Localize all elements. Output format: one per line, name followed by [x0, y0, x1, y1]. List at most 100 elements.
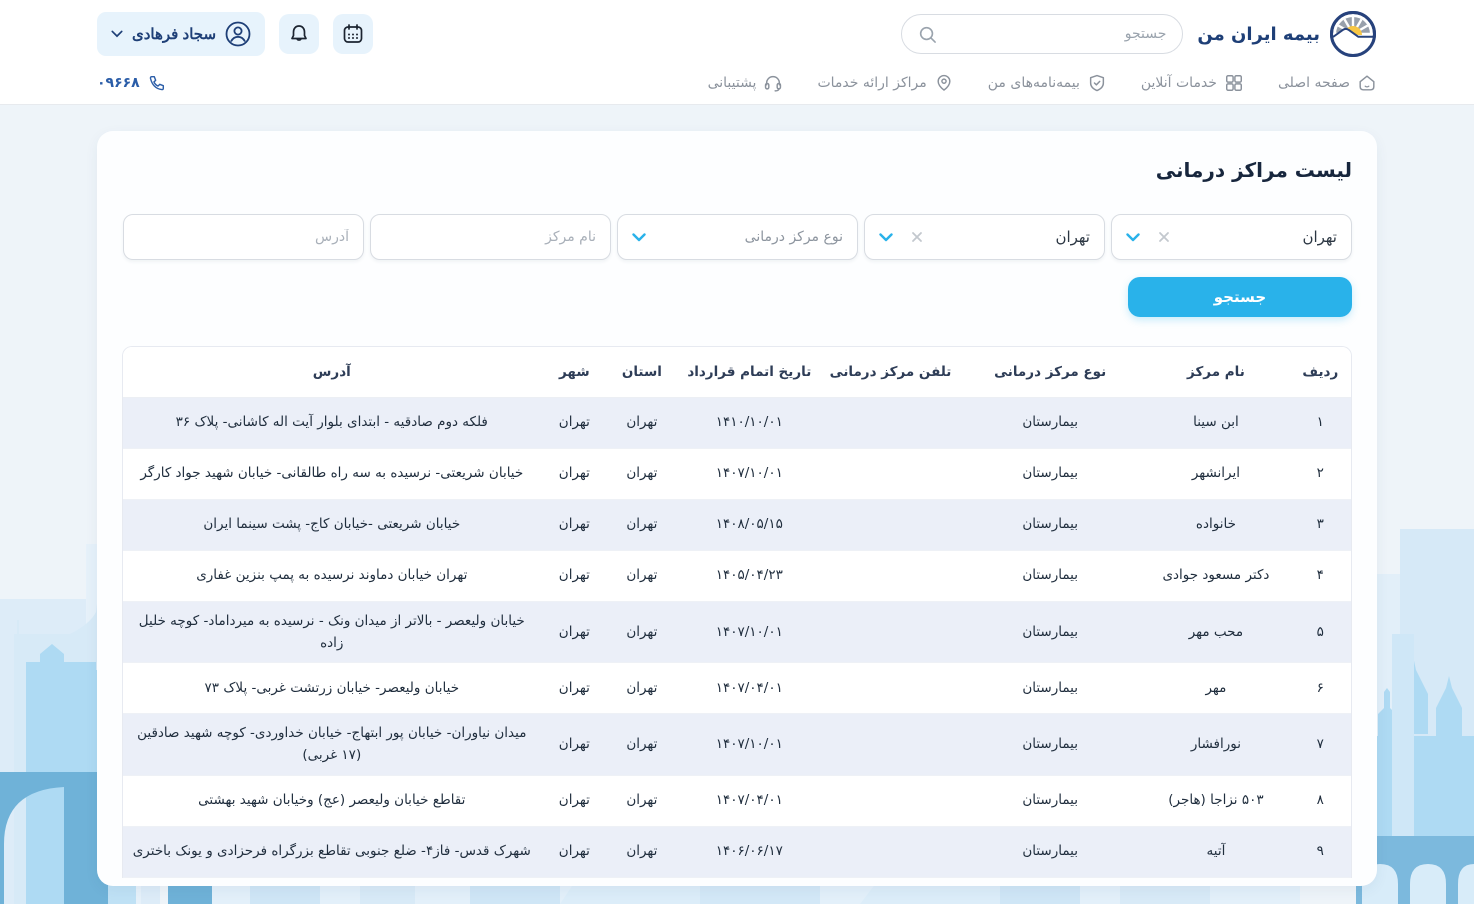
center-name-field[interactable]	[370, 214, 611, 260]
cell-row-number: ۶	[1290, 663, 1351, 714]
headset-icon	[763, 73, 783, 93]
brand-name: بیمه ایران من	[1197, 24, 1320, 45]
cell-center-phone	[823, 826, 958, 877]
cell-row-number: ۷	[1290, 714, 1351, 776]
header-search-input[interactable]	[945, 26, 1166, 42]
clear-icon[interactable]	[911, 231, 923, 243]
cell-city: تهران	[541, 663, 609, 714]
calendar-button[interactable]	[333, 14, 373, 54]
cell-address: میدان نیاوران- خیابان پور ابتهاج- خیابان…	[123, 714, 541, 776]
cell-center-name: آتیه	[1142, 826, 1289, 877]
nav-item-home[interactable]: صفحه اصلی	[1278, 73, 1377, 93]
home-icon	[1357, 73, 1377, 93]
brand-logo[interactable]: بیمه ایران من	[1197, 10, 1377, 58]
cell-contract-end-date: ۱۴۰۶/۰۶/۱۷	[676, 826, 823, 877]
table-row[interactable]: ۶ مهر بیمارستان ۱۴۰۷/۰۴/۰۱ تهران تهران خ…	[123, 663, 1351, 714]
cell-contract-end-date: ۱۴۰۵/۰۴/۲۳	[676, 550, 823, 601]
brand-sun-logo-icon	[1329, 10, 1377, 58]
table-row[interactable]: ۷ نورافشار بیمارستان ۱۴۰۷/۱۰/۰۱ تهران ته…	[123, 714, 1351, 776]
nav-label: صفحه اصلی	[1278, 75, 1350, 91]
nav-label: مراکز ارائه خدمات	[817, 75, 926, 91]
cell-center-phone	[823, 448, 958, 499]
table-row[interactable]: ۹ آتیه بیمارستان ۱۴۰۶/۰۶/۱۷ تهران تهران …	[123, 826, 1351, 877]
cell-contract-end-date: ۱۴۰۸/۰۵/۱۵	[676, 499, 823, 550]
main-navigation: صفحه اصلی خدمات آنلاین بیمه‌نامه‌های من	[0, 68, 1474, 104]
nav-item-service-centers[interactable]: مراکز ارائه خدمات	[817, 73, 953, 93]
cell-city: تهران	[541, 826, 609, 877]
cell-center-name: مهر	[1142, 663, 1289, 714]
nav-label: پشتیبانی	[708, 75, 757, 91]
cell-center-name: ایرانشهر	[1142, 448, 1289, 499]
cell-address: فلکه دوم صادقیه - ابتدای بلوار آیت اله ک…	[123, 397, 541, 448]
cell-province: تهران	[608, 775, 676, 826]
medical-centers-table: ردیف نام مرکز نوع مرکز درمانی تلفن مرکز …	[122, 346, 1352, 878]
grid-icon	[1224, 73, 1244, 93]
cell-contract-end-date: ۱۴۰۷/۰۴/۰۱	[676, 663, 823, 714]
province-select-value: تهران	[1302, 228, 1337, 246]
col-header-city: شهر	[541, 347, 609, 397]
nav-item-my-policies[interactable]: بیمه‌نامه‌های من	[988, 73, 1107, 93]
table-row[interactable]: ۸ ۵۰۳ نزاجا (هاجر) بیمارستان ۱۴۰۷/۰۴/۰۱ …	[123, 775, 1351, 826]
cell-center-phone	[823, 499, 958, 550]
table-row[interactable]: ۳ خانواده بیمارستان ۱۴۰۸/۰۵/۱۵ تهران تهر…	[123, 499, 1351, 550]
table-row[interactable]: ۲ ایرانشهر بیمارستان ۱۴۰۷/۱۰/۰۱ تهران ته…	[123, 448, 1351, 499]
province-select[interactable]: تهران	[1111, 214, 1352, 260]
shield-check-icon	[1087, 73, 1107, 93]
center-name-input[interactable]	[385, 229, 596, 245]
cell-address: خیابان شریعتی- نرسیده به سه راه طالقانی-…	[123, 448, 541, 499]
table-row[interactable]: ۴ دکتر مسعود جوادی بیمارستان ۱۴۰۵/۰۴/۲۳ …	[123, 550, 1351, 601]
cell-row-number: ۸	[1290, 775, 1351, 826]
col-header-address: آدرس	[123, 347, 541, 397]
cell-address: خیابان ولیعصر - بالاتر از میدان ونک - نر…	[123, 601, 541, 663]
cell-province: تهران	[608, 714, 676, 776]
cell-center-type: بیمارستان	[958, 826, 1142, 877]
user-menu[interactable]: سجاد فرهادی	[97, 12, 265, 56]
support-phone[interactable]: ۰۹۶۶۸	[97, 74, 166, 92]
col-header-province: استان	[608, 347, 676, 397]
cell-center-type: بیمارستان	[958, 448, 1142, 499]
filters-row: تهران تهران نوع مرکز د	[122, 214, 1352, 260]
address-field[interactable]	[123, 214, 364, 260]
chevron-down-icon[interactable]	[879, 233, 893, 242]
cell-center-type: بیمارستان	[958, 499, 1142, 550]
cell-city: تهران	[541, 550, 609, 601]
chevron-down-icon[interactable]	[1126, 233, 1140, 242]
cell-contract-end-date: ۱۴۰۷/۱۰/۰۱	[676, 448, 823, 499]
clear-icon[interactable]	[1158, 231, 1170, 243]
nav-item-online-services[interactable]: خدمات آنلاین	[1141, 73, 1244, 93]
search-button[interactable]: جستجو	[1128, 277, 1352, 317]
nav-label: بیمه‌نامه‌های من	[988, 75, 1080, 91]
cell-center-phone	[823, 550, 958, 601]
cell-city: تهران	[541, 448, 609, 499]
chevron-down-icon[interactable]	[632, 233, 646, 242]
cell-center-type: بیمارستان	[958, 775, 1142, 826]
cell-city: تهران	[541, 601, 609, 663]
col-header-contract-end-date: تاریخ اتمام قرارداد	[676, 347, 823, 397]
notifications-button[interactable]	[279, 14, 319, 54]
cell-center-phone	[823, 663, 958, 714]
address-input[interactable]	[138, 229, 349, 245]
city-select[interactable]: تهران	[864, 214, 1105, 260]
table-row[interactable]: ۱ ابن سینا بیمارستان ۱۴۱۰/۱۰/۰۱ تهران ته…	[123, 397, 1351, 448]
cell-center-phone	[823, 775, 958, 826]
cell-center-phone	[823, 397, 958, 448]
col-header-center-type: نوع مرکز درمانی	[958, 347, 1142, 397]
cell-contract-end-date: ۱۴۱۰/۱۰/۰۱	[676, 397, 823, 448]
medical-centers-card: لیست مراکز درمانی تهران تهران	[97, 131, 1377, 886]
header-search[interactable]	[901, 14, 1183, 54]
center-type-select[interactable]: نوع مرکز درمانی	[617, 214, 858, 260]
site-header: بیمه ایران من	[0, 0, 1474, 105]
cell-address: تهران خیابان دماوند نرسیده به پمپ بنزین …	[123, 550, 541, 601]
cell-row-number: ۲	[1290, 448, 1351, 499]
cell-center-type: بیمارستان	[958, 397, 1142, 448]
table-row[interactable]: ۵ محب مهر بیمارستان ۱۴۰۷/۱۰/۰۱ تهران تهر…	[123, 601, 1351, 663]
cell-center-phone	[823, 714, 958, 776]
cell-city: تهران	[541, 397, 609, 448]
support-phone-number: ۰۹۶۶۸	[97, 75, 140, 91]
nav-item-support[interactable]: پشتیبانی	[708, 73, 784, 93]
col-header-center-phone: تلفن مرکز درمانی	[823, 347, 958, 397]
cell-province: تهران	[608, 601, 676, 663]
cell-address: خیابان شریعتی -خیابان کاج- پشت سینما ایر…	[123, 499, 541, 550]
user-name: سجاد فرهادی	[132, 25, 216, 43]
cell-city: تهران	[541, 499, 609, 550]
